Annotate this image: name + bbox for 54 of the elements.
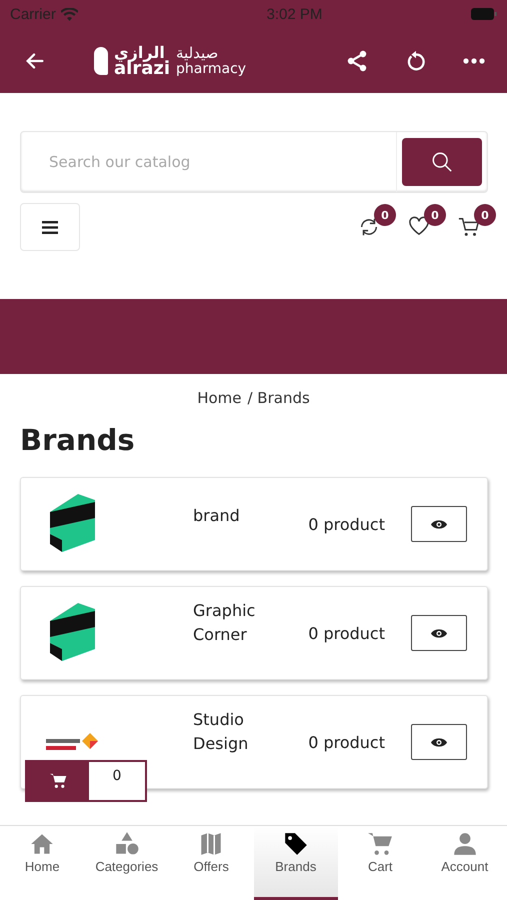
tab-item[interactable]: Categories <box>84 826 169 900</box>
menu-button[interactable] <box>20 203 80 251</box>
compare-icon <box>358 216 380 238</box>
breadcrumb-link[interactable]: Home <box>197 389 242 407</box>
product-count: 0 product <box>308 514 385 534</box>
logo-text: صيدلية <box>176 44 220 60</box>
logo-icon <box>94 46 108 74</box>
logo-text: الرازي <box>114 44 165 60</box>
eye-icon <box>431 518 447 530</box>
eye-icon <box>431 736 447 748</box>
brand-logo <box>46 731 100 753</box>
count-badge: 0 <box>374 204 396 226</box>
tab-item[interactable]: Offers <box>169 826 254 900</box>
brand-name[interactable]: Studio Design <box>193 708 303 756</box>
product-count: 0 product <box>308 624 385 642</box>
cart-icon <box>367 831 394 857</box>
eye-icon <box>431 628 447 638</box>
page-title: Brands <box>20 423 136 457</box>
logo-text: alrazi <box>114 60 170 76</box>
tab-item[interactable]: Account <box>422 826 507 900</box>
floating-cart[interactable]: 0 <box>25 760 147 802</box>
brand-name[interactable]: Graphic Corner <box>193 599 303 647</box>
refresh-icon[interactable] <box>405 48 427 72</box>
cart-icon <box>458 216 480 238</box>
tab-item[interactable]: Cart <box>338 826 422 900</box>
battery-icon <box>471 8 497 20</box>
shapes-icon <box>114 831 140 857</box>
search-field[interactable]: Search our catalog <box>20 131 488 193</box>
view-button[interactable] <box>411 724 467 760</box>
brand-name[interactable]: brand <box>193 504 303 528</box>
search-button[interactable] <box>402 138 482 186</box>
view-button[interactable] <box>411 506 467 542</box>
count-badge: 0 <box>474 204 496 226</box>
logo-text: pharmacy <box>176 60 246 76</box>
breadcrumb-link[interactable]: / Brands <box>247 389 310 407</box>
add-to-cart-button[interactable] <box>27 762 89 800</box>
brand-logo <box>48 603 98 663</box>
menu-icon <box>42 220 58 234</box>
person-icon <box>452 831 478 857</box>
view-button[interactable] <box>411 615 467 651</box>
cart-count: 0 <box>112 767 122 786</box>
count-badge: 0 <box>424 204 446 226</box>
tab-item[interactable]: Home <box>0 826 84 900</box>
heart-icon <box>408 216 430 236</box>
status-time: 3:02 PM <box>266 6 322 22</box>
carrier-label: Carrier <box>10 6 56 22</box>
brand-logo <box>48 494 98 554</box>
cart-icon <box>50 773 66 789</box>
share-icon[interactable] <box>345 48 369 72</box>
product-count: 0 product <box>308 732 385 752</box>
tag-icon <box>282 831 309 857</box>
more-icon[interactable] <box>463 58 485 64</box>
wifi-icon <box>60 8 78 20</box>
search-icon <box>431 151 453 173</box>
